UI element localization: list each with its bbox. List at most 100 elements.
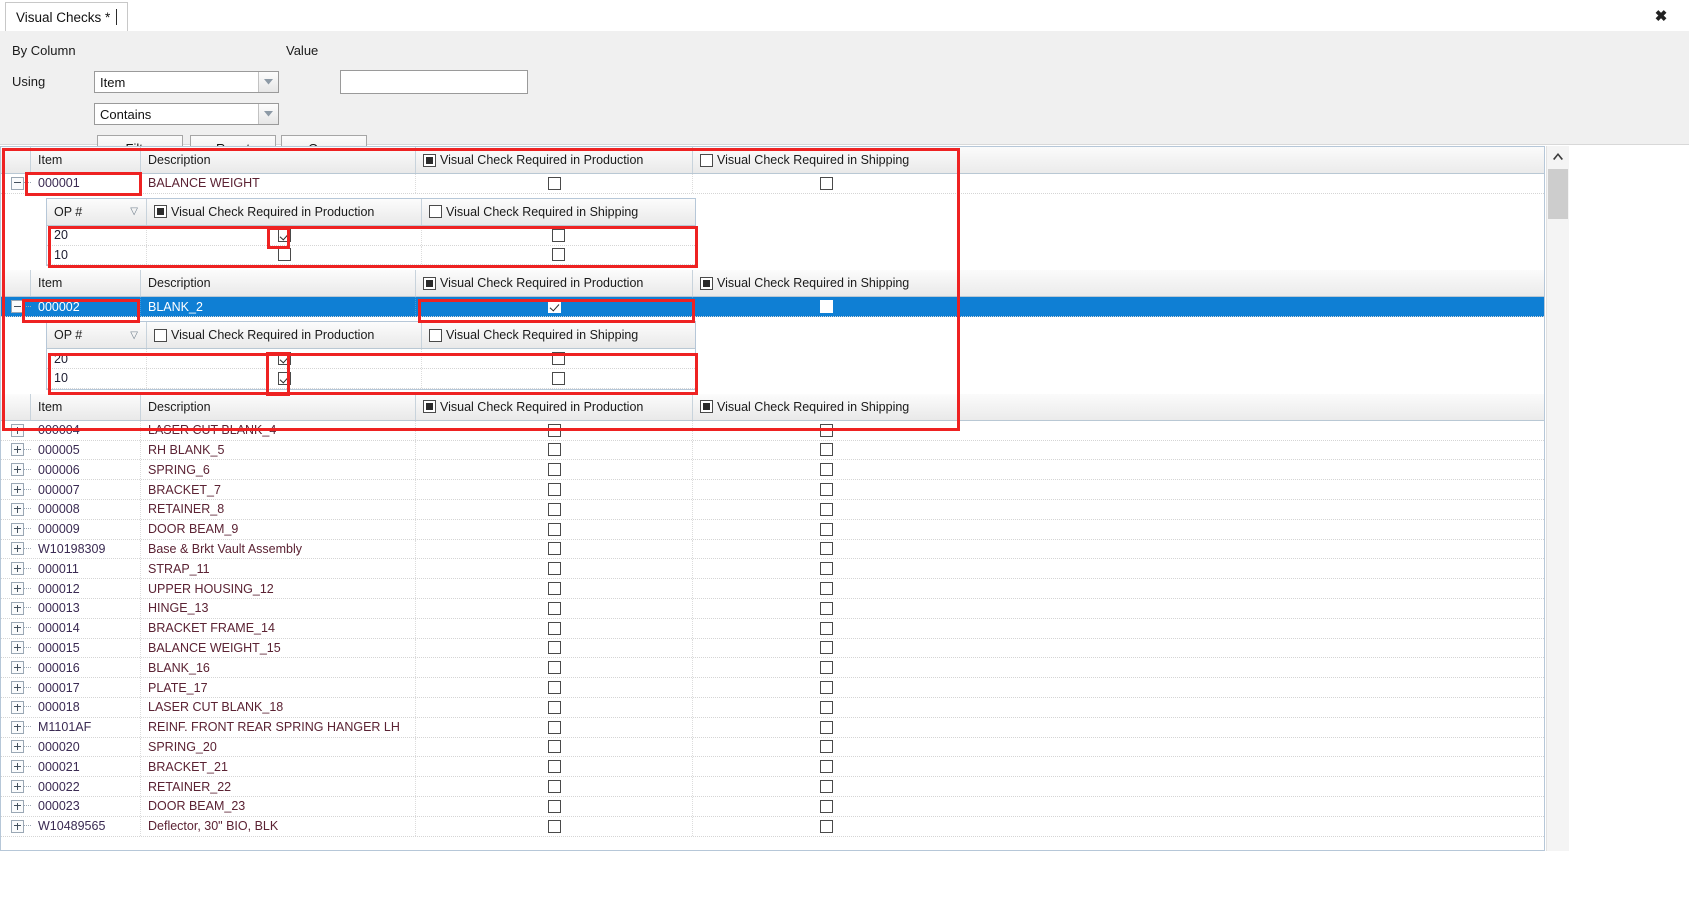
checkbox-unchecked[interactable] (819, 300, 833, 314)
expand-icon[interactable] (11, 463, 24, 477)
expand-icon[interactable] (11, 720, 24, 734)
tab-visual-checks[interactable]: Visual Checks * (5, 2, 129, 31)
row-expander[interactable] (1, 542, 31, 556)
checkbox-unchecked[interactable] (552, 352, 565, 366)
row-expander[interactable] (1, 780, 31, 794)
expand-icon[interactable] (11, 443, 24, 457)
checkbox-unchecked[interactable] (547, 502, 561, 516)
table-row[interactable]: 000017 PLATE_17 (1, 678, 1544, 698)
row-expander[interactable] (1, 799, 31, 813)
checkbox-unchecked[interactable] (547, 562, 561, 576)
checkbox-checked[interactable] (277, 228, 291, 242)
expand-icon[interactable] (11, 542, 24, 556)
expand-icon[interactable] (11, 661, 24, 675)
checkbox-unchecked[interactable] (552, 228, 565, 242)
expand-icon[interactable] (11, 502, 24, 516)
scroll-up-icon[interactable] (1547, 146, 1569, 167)
sort-descending-icon[interactable]: ▽ (130, 206, 138, 217)
checkbox-indeterminate[interactable] (423, 276, 436, 290)
row-expander[interactable] (1, 176, 31, 190)
checkbox-unchecked[interactable] (547, 740, 561, 754)
table-row[interactable]: 000001 BALANCE WEIGHT (1, 174, 1544, 194)
checkbox-unchecked[interactable] (819, 443, 833, 457)
checkbox-unchecked[interactable] (819, 601, 833, 615)
checkbox-unchecked[interactable] (547, 463, 561, 477)
expand-icon[interactable] (11, 423, 24, 437)
checkbox-checked[interactable] (277, 352, 291, 366)
checkbox-unchecked[interactable] (547, 582, 561, 596)
checkbox-unchecked[interactable] (819, 740, 833, 754)
row-expander[interactable] (1, 300, 31, 314)
table-row[interactable]: 000018 LASER CUT BLANK_18 (1, 697, 1544, 718)
checkbox-unchecked[interactable] (429, 328, 442, 342)
row-expander[interactable] (1, 601, 31, 615)
checkbox-unchecked[interactable] (819, 681, 833, 695)
expand-icon[interactable] (11, 681, 24, 695)
checkbox-checked[interactable] (277, 371, 291, 385)
checkbox-unchecked[interactable] (547, 483, 561, 497)
checkbox-unchecked[interactable] (819, 799, 833, 813)
table-row[interactable]: 000007 BRACKET_7 (1, 480, 1544, 500)
table-row[interactable]: 000008 RETAINER_8 (1, 499, 1544, 520)
expand-icon[interactable] (11, 562, 24, 576)
by-column-select[interactable]: Item (94, 71, 279, 93)
table-row[interactable]: 000023 DOOR BEAM_23 (1, 796, 1544, 817)
checkbox-unchecked[interactable] (700, 153, 713, 167)
collapse-icon[interactable] (11, 300, 24, 314)
checkbox-unchecked[interactable] (819, 542, 833, 556)
row-expander[interactable] (1, 740, 31, 754)
sub-table-row[interactable]: 20 (47, 225, 695, 246)
checkbox-unchecked[interactable] (547, 443, 561, 457)
table-row[interactable]: 000009 DOOR BEAM_9 (1, 519, 1544, 540)
row-expander[interactable] (1, 443, 31, 457)
checkbox-unchecked[interactable] (819, 423, 833, 437)
checkbox-unchecked[interactable] (154, 328, 167, 342)
row-expander[interactable] (1, 463, 31, 477)
checkbox-unchecked[interactable] (819, 562, 833, 576)
table-row[interactable]: 000013 HINGE_13 (1, 598, 1544, 619)
expand-icon[interactable] (11, 582, 24, 596)
checkbox-unchecked[interactable] (819, 463, 833, 477)
checkbox-unchecked[interactable] (547, 661, 561, 675)
table-row[interactable]: 000002 BLANK_2 (1, 297, 1544, 318)
checkbox-unchecked[interactable] (819, 502, 833, 516)
checkbox-unchecked[interactable] (552, 371, 565, 385)
row-expander[interactable] (1, 700, 31, 714)
expand-icon[interactable] (11, 483, 24, 497)
checkbox-checked[interactable] (547, 300, 561, 314)
table-row[interactable]: 000004 LASER CUT BLANK_4 (1, 420, 1544, 441)
row-expander[interactable] (1, 582, 31, 596)
checkbox-unchecked[interactable] (277, 248, 291, 262)
checkbox-unchecked[interactable] (819, 720, 833, 734)
checkbox-indeterminate[interactable] (154, 205, 167, 219)
checkbox-unchecked[interactable] (547, 760, 561, 774)
table-row[interactable]: 000020 SPRING_20 (1, 737, 1544, 758)
items-grid[interactable]: Item Description Visual Check Required in … (0, 146, 1545, 851)
expand-icon[interactable] (11, 621, 24, 635)
expand-icon[interactable] (11, 641, 24, 655)
row-expander[interactable] (1, 483, 31, 497)
row-expander[interactable] (1, 720, 31, 734)
value-input[interactable] (340, 70, 528, 94)
table-row[interactable]: 000005 RH BLANK_5 (1, 440, 1544, 461)
table-row[interactable]: 000022 RETAINER_22 (1, 777, 1544, 797)
chevron-down-icon[interactable] (258, 104, 278, 124)
checkbox-unchecked[interactable] (547, 700, 561, 714)
sub-table-row[interactable]: 20 (47, 349, 695, 369)
table-row[interactable]: 000015 BALANCE WEIGHT_15 (1, 638, 1544, 659)
table-row[interactable]: M1101AF REINF. FRONT REAR SPRING HANGER L… (1, 717, 1544, 738)
operations-sub-grid[interactable]: OP # ▽ Visual Check Required in Production… (46, 321, 696, 390)
row-expander[interactable] (1, 819, 31, 833)
sub-table-row[interactable]: 10 (47, 245, 695, 266)
checkbox-unchecked[interactable] (547, 176, 561, 190)
vertical-scrollbar[interactable] (1546, 146, 1569, 851)
checkbox-unchecked[interactable] (819, 641, 833, 655)
operations-sub-grid[interactable]: OP # ▽ Visual Check Required in Production… (46, 197, 696, 267)
checkbox-indeterminate[interactable] (700, 400, 713, 414)
chevron-down-icon[interactable] (258, 72, 278, 92)
checkbox-unchecked[interactable] (547, 621, 561, 635)
table-row[interactable]: 000012 UPPER HOUSING_12 (1, 579, 1544, 599)
expand-icon[interactable] (11, 819, 24, 833)
expand-icon[interactable] (11, 780, 24, 794)
checkbox-indeterminate[interactable] (423, 400, 436, 414)
